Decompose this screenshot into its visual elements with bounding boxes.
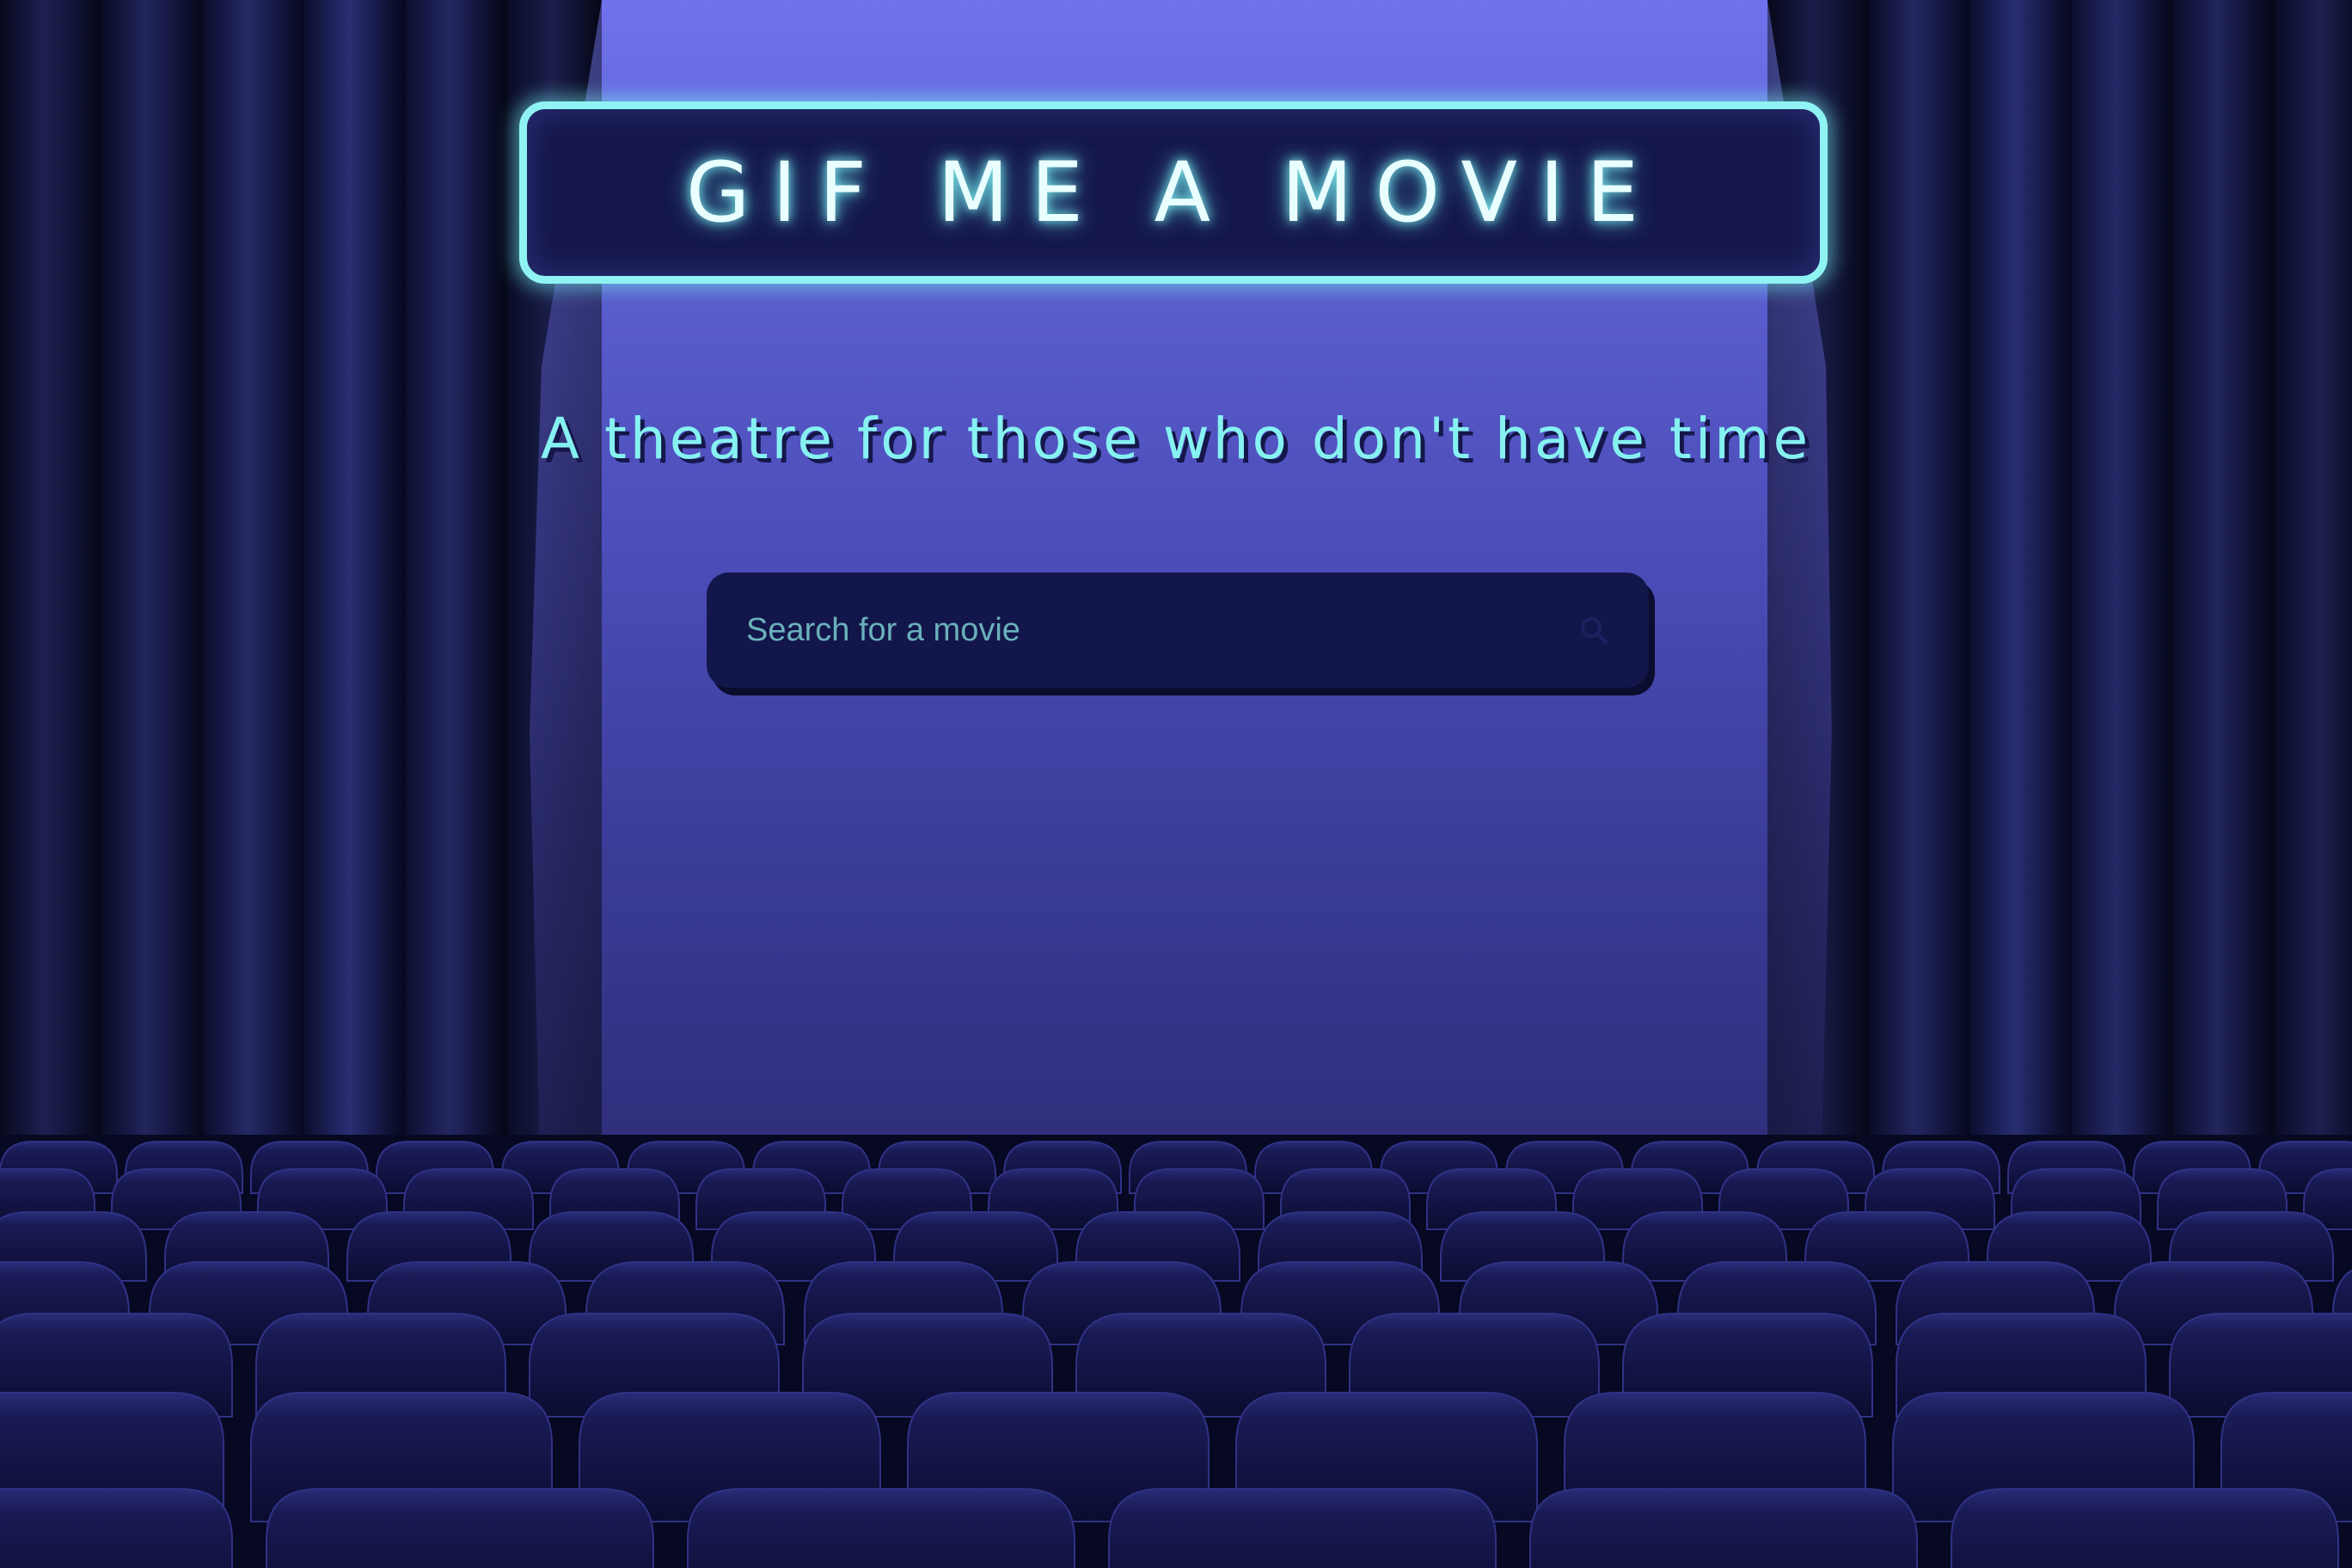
neon-title-sign: GIF ME A MOVIE [519,101,1828,284]
theatre-stage: GIF ME A MOVIE A theatre for those who d… [0,0,2352,1568]
seat [1108,1488,1497,1568]
theatre-seating [0,1135,2352,1568]
tagline: A theatre for those who don't have time [540,406,1812,472]
app-title: GIF ME A MOVIE [686,144,1661,241]
seat [1529,1488,1918,1568]
seat [0,1488,233,1568]
search-bar[interactable] [707,573,1649,688]
curtain-left [0,0,602,1221]
seat [687,1488,1075,1568]
curtain-right [1767,0,2352,1221]
search-input[interactable] [744,595,1577,665]
seat [266,1488,654,1568]
search-icon[interactable] [1577,613,1611,647]
seat [1951,1488,2339,1568]
